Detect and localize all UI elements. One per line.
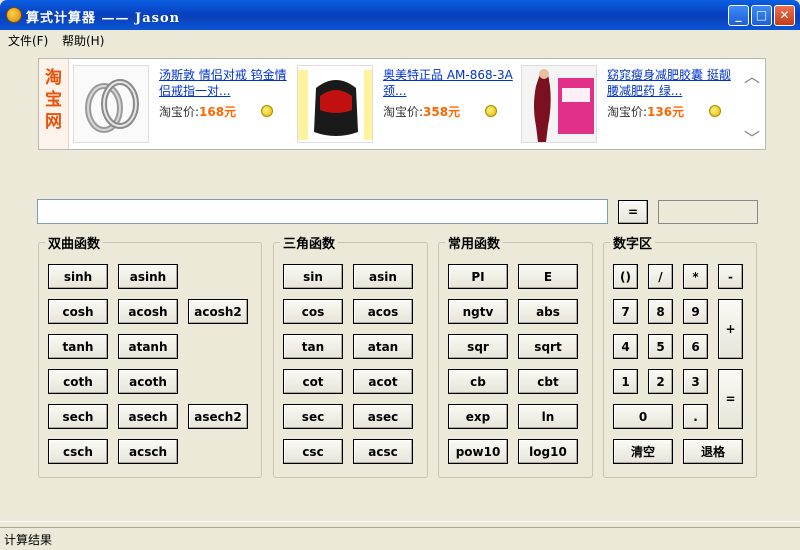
group-title: 三角函数 bbox=[280, 233, 339, 252]
digit-0-button[interactable]: 0 bbox=[613, 404, 673, 429]
pi-button[interactable]: PI bbox=[448, 264, 508, 289]
cb-button[interactable]: cb bbox=[448, 369, 508, 394]
close-button[interactable]: ✕ bbox=[774, 5, 795, 26]
common-functions-group: 常用函数 PI E ngtv abs sqr sqrt cb cbt exp l… bbox=[438, 233, 593, 478]
digit-9-button[interactable]: 9 bbox=[683, 299, 708, 324]
multiply-button[interactable]: * bbox=[683, 264, 708, 289]
group-title: 数字区 bbox=[610, 233, 656, 252]
bulb-icon[interactable] bbox=[485, 105, 497, 117]
digit-6-button[interactable]: 6 bbox=[683, 334, 708, 359]
ad-item: 窈窕瘦身减肥胶囊 挺靓 腰减肥药 绿... 淘宝价:136元 bbox=[519, 63, 745, 145]
ad-item: 汤斯敦 情侣对戒 钨金情侣戒指一对... 淘宝价:168元 bbox=[71, 63, 297, 145]
asech-button[interactable]: asech bbox=[118, 404, 178, 429]
atan-button[interactable]: atan bbox=[353, 334, 413, 359]
clear-button[interactable]: 清空 bbox=[613, 439, 673, 464]
ad-title-link[interactable]: 奥美特正品 AM-868-3A 颈... bbox=[383, 67, 519, 99]
acsc-button[interactable]: acsc bbox=[353, 439, 413, 464]
group-title: 双曲函数 bbox=[45, 233, 104, 252]
expression-input[interactable] bbox=[37, 199, 608, 224]
ln-button[interactable]: ln bbox=[518, 404, 578, 429]
subtract-button[interactable]: - bbox=[718, 264, 743, 289]
window-title: 算式计算器 —— Jason bbox=[26, 11, 181, 26]
ad-banner: 淘宝网 汤斯敦 情侣对戒 钨金情侣戒指一对... 淘宝价:168元 奥美特正品 … bbox=[38, 58, 766, 150]
log10-button[interactable]: log10 bbox=[518, 439, 578, 464]
ring-image[interactable] bbox=[73, 65, 149, 143]
cot-button[interactable]: cot bbox=[283, 369, 343, 394]
asec-button[interactable]: asec bbox=[353, 404, 413, 429]
acosh-button[interactable]: acosh bbox=[118, 299, 178, 324]
digit-7-button[interactable]: 7 bbox=[613, 299, 638, 324]
group-title: 常用函数 bbox=[445, 233, 504, 252]
digit-pad-group: 数字区 () / * - 7 8 9 + 4 5 6 1 2 3 = 0 . 清… bbox=[603, 233, 757, 478]
chevron-down-icon[interactable]: ﹀ bbox=[743, 125, 761, 148]
sech-button[interactable]: sech bbox=[48, 404, 108, 429]
bulb-icon[interactable] bbox=[261, 105, 273, 117]
sqrt-button[interactable]: sqrt bbox=[518, 334, 578, 359]
asech2-button[interactable]: asech2 bbox=[188, 404, 248, 429]
taobao-logo[interactable]: 淘宝网 bbox=[39, 59, 69, 149]
sinh-button[interactable]: sinh bbox=[48, 264, 108, 289]
bulb-icon[interactable] bbox=[709, 105, 721, 117]
ad-price: 淘宝价:136元 bbox=[607, 105, 685, 119]
menu-file[interactable]: 文件(F) bbox=[8, 32, 48, 49]
digit-8-button[interactable]: 8 bbox=[648, 299, 673, 324]
trig-functions-group: 三角函数 sin asin cos acos tan atan cot acot… bbox=[273, 233, 428, 478]
csc-button[interactable]: csc bbox=[283, 439, 343, 464]
ad-price: 淘宝价:358元 bbox=[383, 105, 461, 119]
minimize-button[interactable]: _ bbox=[728, 5, 749, 26]
menu-bar: 文件(F) 帮助(H) bbox=[0, 30, 800, 50]
ad-item: 奥美特正品 AM-868-3A 颈... 淘宝价:358元 bbox=[295, 63, 521, 145]
sin-button[interactable]: sin bbox=[283, 264, 343, 289]
parentheses-button[interactable]: () bbox=[613, 264, 638, 289]
decimal-point-button[interactable]: . bbox=[683, 404, 708, 429]
acoth-button[interactable]: acoth bbox=[118, 369, 178, 394]
atanh-button[interactable]: atanh bbox=[118, 334, 178, 359]
add-button[interactable]: + bbox=[718, 299, 743, 359]
result-display bbox=[658, 200, 758, 224]
title-bar: 算式计算器 —— Jason _ □ ✕ bbox=[0, 0, 800, 30]
tanh-button[interactable]: tanh bbox=[48, 334, 108, 359]
chevron-up-icon[interactable]: ︿ bbox=[743, 63, 761, 86]
coth-button[interactable]: coth bbox=[48, 369, 108, 394]
slimming-product-image[interactable] bbox=[521, 65, 597, 143]
ngtv-button[interactable]: ngtv bbox=[448, 299, 508, 324]
pow10-button[interactable]: pow10 bbox=[448, 439, 508, 464]
hyperbolic-functions-group: 双曲函数 sinh asinh cosh acosh acosh2 tanh a… bbox=[38, 233, 262, 478]
e-button[interactable]: E bbox=[518, 264, 578, 289]
backspace-button[interactable]: 退格 bbox=[683, 439, 743, 464]
status-text: 计算结果 bbox=[4, 533, 53, 547]
digit-4-button[interactable]: 4 bbox=[613, 334, 638, 359]
ad-title-link[interactable]: 汤斯敦 情侣对戒 钨金情侣戒指一对... bbox=[159, 67, 295, 99]
menu-help[interactable]: 帮助(H) bbox=[62, 32, 104, 49]
abs-button[interactable]: abs bbox=[518, 299, 578, 324]
evaluate-button[interactable]: = bbox=[618, 200, 648, 224]
status-bar: 计算结果 bbox=[0, 527, 800, 550]
maximize-button[interactable]: □ bbox=[751, 5, 772, 26]
app-icon bbox=[6, 7, 22, 23]
massager-image[interactable] bbox=[297, 65, 373, 143]
csch-button[interactable]: csch bbox=[48, 439, 108, 464]
cos-button[interactable]: cos bbox=[283, 299, 343, 324]
status-divider bbox=[0, 521, 800, 522]
sqr-button[interactable]: sqr bbox=[448, 334, 508, 359]
ad-title-link[interactable]: 窈窕瘦身减肥胶囊 挺靓 腰减肥药 绿... bbox=[607, 67, 743, 99]
digit-1-button[interactable]: 1 bbox=[613, 369, 638, 394]
exp-button[interactable]: exp bbox=[448, 404, 508, 429]
asinh-button[interactable]: asinh bbox=[118, 264, 178, 289]
sec-button[interactable]: sec bbox=[283, 404, 343, 429]
tan-button[interactable]: tan bbox=[283, 334, 343, 359]
asin-button[interactable]: asin bbox=[353, 264, 413, 289]
equals-button[interactable]: = bbox=[718, 369, 743, 429]
acosh2-button[interactable]: acosh2 bbox=[188, 299, 248, 324]
acsch-button[interactable]: acsch bbox=[118, 439, 178, 464]
cbt-button[interactable]: cbt bbox=[518, 369, 578, 394]
digit-5-button[interactable]: 5 bbox=[648, 334, 673, 359]
acot-button[interactable]: acot bbox=[353, 369, 413, 394]
ad-price: 淘宝价:168元 bbox=[159, 105, 237, 119]
divide-button[interactable]: / bbox=[648, 264, 673, 289]
digit-2-button[interactable]: 2 bbox=[648, 369, 673, 394]
cosh-button[interactable]: cosh bbox=[48, 299, 108, 324]
digit-3-button[interactable]: 3 bbox=[683, 369, 708, 394]
acos-button[interactable]: acos bbox=[353, 299, 413, 324]
